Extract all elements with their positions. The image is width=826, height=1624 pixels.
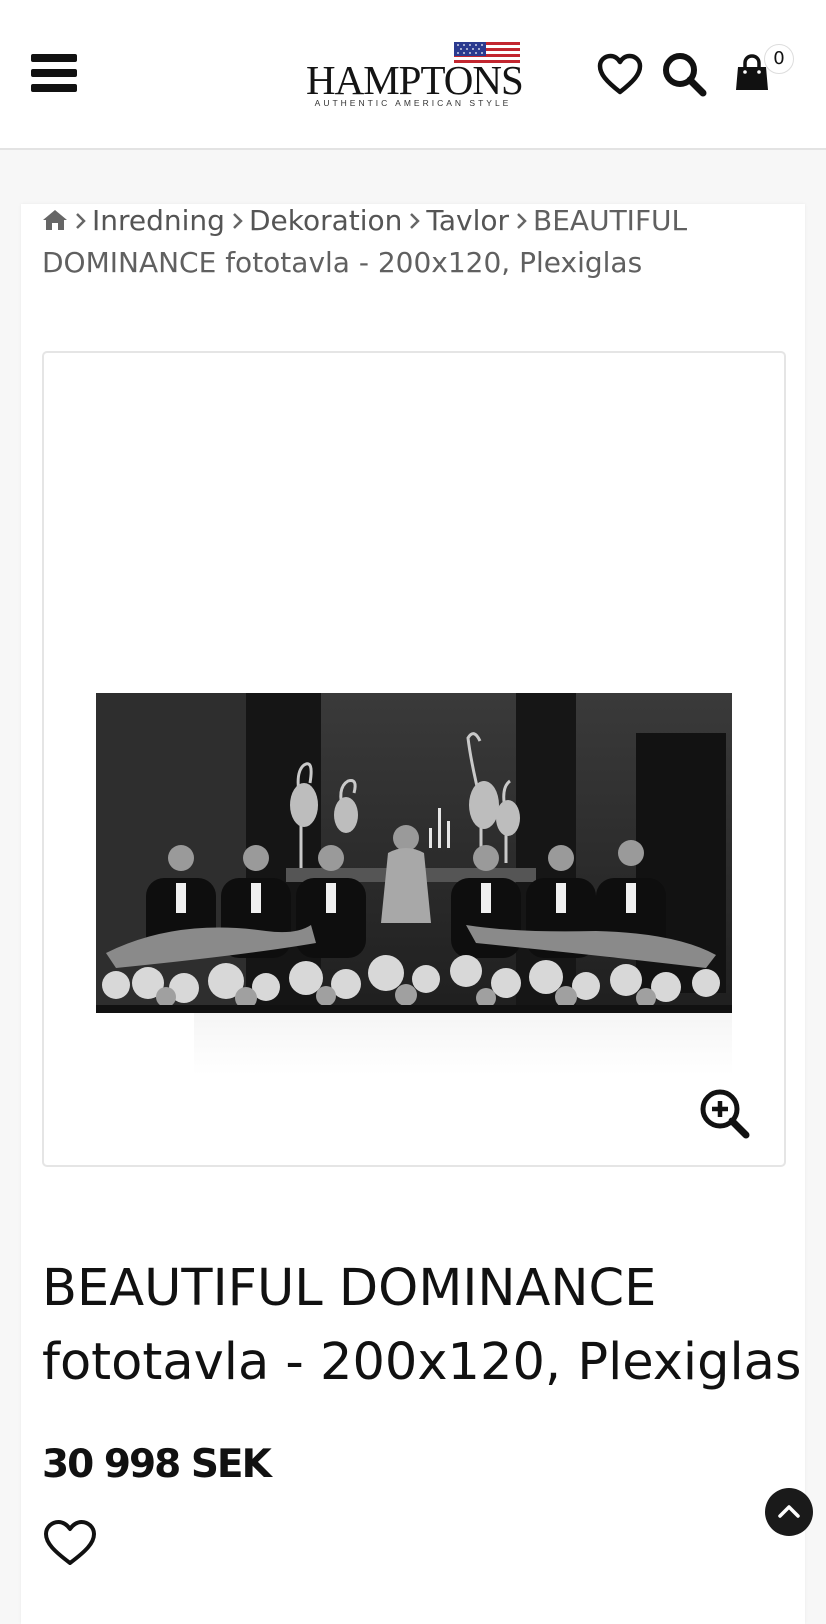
breadcrumb-link-dekoration[interactable]: Dekoration [249, 204, 402, 237]
zoom-in-icon[interactable] [698, 1087, 750, 1139]
heart-icon[interactable] [596, 52, 644, 96]
chevron-up-icon [778, 1505, 800, 1518]
search-icon[interactable] [660, 50, 708, 98]
site-header: HAMPTONS AUTHENTIC AMERICAN STYLE 0 [0, 0, 826, 150]
product-photo-illustration [96, 693, 732, 1013]
product-image[interactable] [96, 693, 732, 1013]
chevron-right-icon [233, 213, 243, 229]
chevron-right-icon [517, 213, 527, 229]
brand-name: HAMPTONS [306, 57, 524, 103]
image-reflection [194, 1013, 732, 1075]
product-price: 30 998 SEK [42, 1442, 272, 1487]
brand-tagline: AUTHENTIC AMERICAN STYLE [314, 98, 512, 108]
brand-logo[interactable]: HAMPTONS AUTHENTIC AMERICAN STYLE [306, 42, 524, 108]
chevron-right-icon [410, 213, 421, 229]
breadcrumb-link-tavlor[interactable]: Tavlor [426, 204, 509, 237]
breadcrumb-link-inredning[interactable]: Inredning [92, 204, 225, 237]
chevron-right-icon [76, 213, 86, 229]
cart-count-badge: 0 [764, 44, 794, 74]
scroll-to-top-button[interactable] [765, 1488, 813, 1536]
product-title: BEAUTIFUL DOMINANCE fototavla - 200x120,… [42, 1259, 802, 1392]
menu-icon[interactable] [31, 54, 77, 92]
heart-icon[interactable] [42, 1518, 98, 1568]
home-icon[interactable] [42, 208, 68, 232]
breadcrumb: Inredning Dekoration Tavlor BEAUTIFUL DOMIN… [42, 200, 782, 284]
product-image-gallery [42, 351, 786, 1167]
